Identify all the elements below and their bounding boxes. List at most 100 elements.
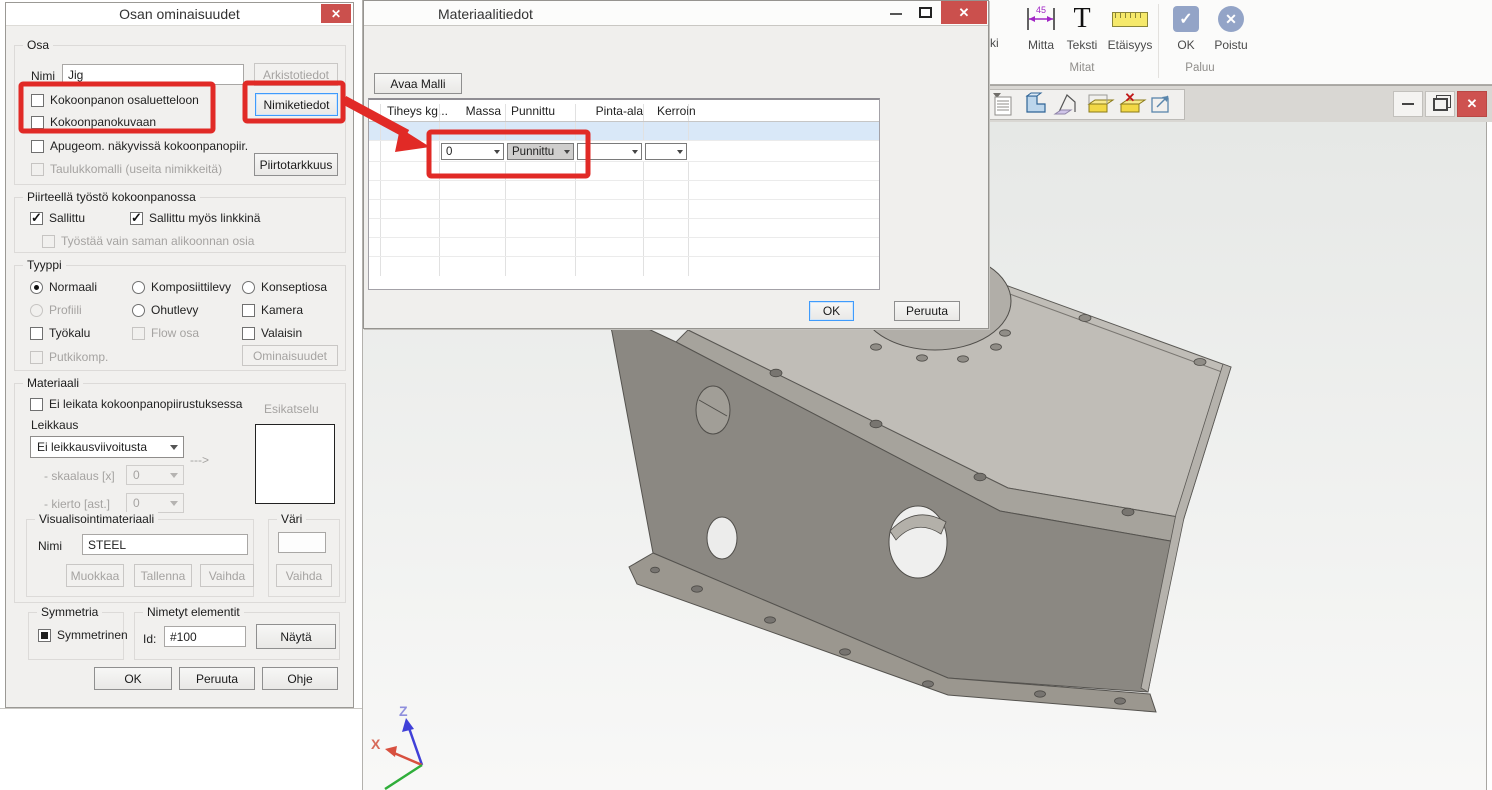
table-row[interactable] [369, 257, 879, 276]
table-row-edit: 0 Punnittu [369, 141, 879, 162]
section-label: Leikkaus [31, 418, 78, 432]
svg-text:✕: ✕ [1125, 90, 1136, 105]
archive-info-button[interactable]: Arkistotiedot [254, 63, 338, 86]
massa-dropdown[interactable]: 0 [441, 143, 504, 160]
delete-box-icon[interactable]: ✕ [1121, 90, 1145, 112]
material-name-input[interactable]: STEEL [82, 534, 248, 555]
axis-z-label: Z [399, 703, 408, 719]
export-icon[interactable] [1152, 96, 1168, 112]
change-color-button[interactable]: Vaihda [276, 564, 332, 587]
close-button-model-window[interactable]: ✕ [1457, 91, 1487, 117]
ribbon-toolbar: ki 45 Mitta T Teksti Etäisyy [988, 0, 1492, 85]
restore-button-model-window[interactable] [1425, 91, 1455, 117]
checkbox-sallittu-linkkina[interactable]: Sallittu myös linkkinä [130, 211, 260, 225]
col-punnittu[interactable]: Punnittu [511, 104, 555, 118]
part-name-input[interactable]: Jig [62, 64, 244, 85]
model-hole-through-left [707, 517, 737, 559]
checkbox-tyokalu[interactable]: Työkalu [30, 326, 90, 340]
checkbox-ei-leikata[interactable]: Ei leikata kokoonpanopiirustuksessa [30, 397, 242, 411]
table-row[interactable] [369, 181, 879, 200]
axis-x-label: X [371, 736, 381, 752]
axis-z-arrow [402, 718, 414, 732]
arrow-text: ---> [190, 453, 209, 467]
maximize-icon-material-dialog[interactable] [919, 7, 932, 18]
change-material-button[interactable]: Vaihda [200, 564, 254, 587]
radio-komposiittilevy[interactable]: Komposiittilevy [132, 280, 231, 294]
id-input[interactable]: #100 [164, 626, 246, 647]
section-hatch-dropdown[interactable]: Ei leikkausviivoitusta [30, 436, 184, 458]
ok-button-material-dialog[interactable]: OK [809, 301, 854, 321]
col-kerroin[interactable]: Kerroin [657, 104, 696, 118]
punnittu-dropdown[interactable]: Punnittu [507, 143, 574, 160]
ribbon-group-paluu: Paluu [1140, 62, 1260, 74]
table-row-selected[interactable] [369, 122, 879, 141]
table-row[interactable] [369, 162, 879, 181]
item-data-button[interactable]: Nimiketiedot [255, 93, 338, 116]
cancel-button-part-dialog[interactable]: Peruuta [179, 667, 255, 690]
close-button-material-dialog[interactable]: ✕ [941, 1, 987, 24]
open-box-icon[interactable] [1089, 95, 1113, 112]
scale-label: - skaalaus [x] [44, 469, 115, 483]
table-row[interactable] [369, 238, 879, 257]
checkbox-symmetrinen[interactable]: Symmetrinen [38, 628, 128, 642]
radio-normaali[interactable]: Normaali [30, 280, 97, 294]
checkbox-flow-osa[interactable]: Flow osa [132, 326, 199, 340]
window-divider [0, 708, 362, 709]
kerroin-dropdown[interactable] [645, 143, 687, 160]
part-model-icon[interactable] [1027, 93, 1045, 112]
ruler-icon [1100, 2, 1160, 36]
material-name-label: Nimi [38, 539, 62, 553]
id-label: Id: [143, 632, 156, 646]
ok-check-icon: ✓ [1173, 6, 1199, 32]
properties-button[interactable]: Ominaisuudet [242, 345, 338, 366]
table-row[interactable] [369, 200, 879, 219]
application-window: ki 45 Mitta T Teksti Etäisyy [0, 0, 1492, 790]
material-dialog-title: Materiaalitiedot [438, 6, 533, 22]
close-button-part-dialog[interactable]: ✕ [321, 4, 351, 23]
edit-material-button[interactable]: Muokkaa [66, 564, 124, 587]
scale-dropdown[interactable]: 0 [126, 465, 184, 485]
part-dialog-titlebar[interactable]: Osan ominaisuudet ✕ [6, 3, 353, 26]
table-row[interactable] [369, 219, 879, 238]
model-window-toolbar: ✕ [988, 89, 1185, 120]
minimize-button-model-window[interactable] [1393, 91, 1423, 117]
pinta-ala-dropdown[interactable] [577, 143, 642, 160]
checkbox-sallittu[interactable]: Sallittu [30, 211, 85, 225]
minimize-icon-material-dialog[interactable] [890, 13, 902, 15]
checkbox-table-model[interactable]: Taulukkomalli (useita nimikkeitä) [31, 162, 222, 176]
part-dialog-title: Osan ominaisuudet [6, 6, 353, 22]
ribbon-group-mitat: Mitat [1022, 62, 1142, 74]
radio-ohutlevy[interactable]: Ohutlevy [132, 303, 198, 317]
ok-button-part-dialog[interactable]: OK [94, 667, 172, 690]
sheet-bend-icon[interactable] [1055, 95, 1075, 114]
checkbox-assembly-drawing[interactable]: Kokoonpanokuvaan [31, 115, 156, 129]
color-swatch[interactable] [278, 532, 326, 553]
checkbox-putkikomp[interactable]: Putkikomp. [30, 350, 108, 364]
radio-konseptiosa[interactable]: Konseptiosa [242, 280, 327, 294]
properties-window: Osan ominaisuudet ✕ Osa Nimi Jig Arkisto… [0, 0, 363, 790]
checkbox-assembly-partlist[interactable]: Kokoonpanon osaluetteloon [31, 93, 199, 107]
col-pinta-ala[interactable]: Pinta-ala [591, 104, 643, 118]
open-model-button[interactable]: Avaa Malli [374, 73, 462, 94]
cancel-button-material-dialog[interactable]: Peruuta [894, 301, 960, 321]
col-massa[interactable]: Massa [465, 104, 501, 118]
model-hole-disc [696, 386, 730, 434]
preview-box [255, 424, 335, 504]
show-button[interactable]: Näytä [256, 624, 336, 649]
document-list-icon[interactable] [995, 97, 1011, 115]
material-dialog-titlebar[interactable]: Materiaalitiedot ✕ [364, 1, 988, 26]
checkbox-valaisin[interactable]: Valaisin [242, 326, 302, 340]
axis-triad: Z X [371, 703, 422, 789]
checkbox-tyosta-alikoonta[interactable]: Työstää vain saman alikoonnan osia [42, 234, 254, 248]
dimension-icon-value: 45 [1036, 5, 1046, 15]
save-material-button[interactable]: Tallenna [134, 564, 192, 587]
drawing-accuracy-button[interactable]: Piirtotarkkuus [254, 153, 338, 176]
radio-profiili[interactable]: Profiili [30, 303, 82, 317]
rotation-dropdown[interactable]: 0 [126, 493, 184, 513]
material-table: Tiheys kg... Massa Punnittu Pinta-ala Ke… [368, 98, 880, 290]
checkbox-kamera[interactable]: Kamera [242, 303, 303, 317]
help-button-part-dialog[interactable]: Ohje [262, 667, 338, 690]
checkbox-helper-geometry[interactable]: Apugeom. näkyvissä kokoonpanopiir. [31, 139, 248, 153]
exit-x-icon: ✕ [1218, 6, 1244, 32]
axis-y-line [385, 765, 422, 789]
